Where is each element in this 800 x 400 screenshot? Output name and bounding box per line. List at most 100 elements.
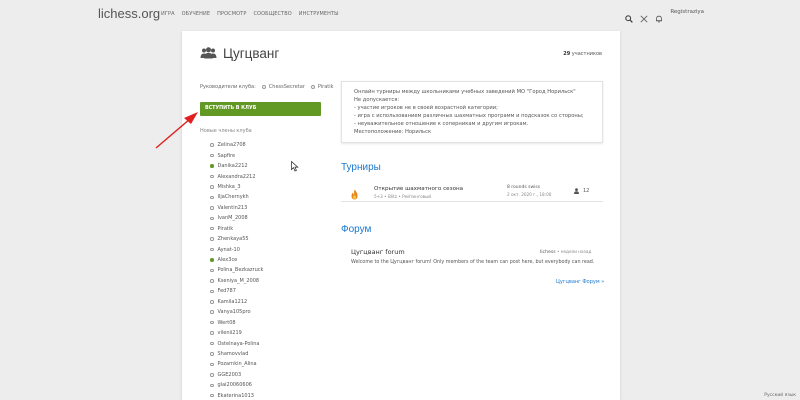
forum-topic[interactable]: Цугцванг forum xyxy=(351,248,405,256)
leaders-label: Руководители клуба: xyxy=(200,84,256,90)
offline-status-icon xyxy=(210,153,214,158)
close-icon[interactable] xyxy=(640,8,648,23)
member-name[interactable]: glai20060606 xyxy=(218,382,252,388)
tournament-row[interactable]: Открытие шахматного сезона 5+3 • Blitz •… xyxy=(341,178,603,202)
fire-icon xyxy=(350,185,359,204)
nav-play[interactable]: ИГРА xyxy=(161,11,175,17)
sign-in-link[interactable]: Registraziya xyxy=(670,9,704,15)
nav-tools[interactable]: ИНСТРУМЕНТЫ xyxy=(299,11,339,17)
member-list-item[interactable]: Polina_Bezkazruck xyxy=(210,265,263,275)
search-icon[interactable] xyxy=(625,8,634,23)
forum-author-name[interactable]: lichess xyxy=(540,250,556,255)
tournament-meta: 5+3 • Blitz • Рейтинговый xyxy=(374,194,432,199)
member-list-item[interactable]: Valentin213 xyxy=(210,203,263,213)
new-members-list: Zelina2708 Sapfire Danika2212 Alexandra2212… xyxy=(210,140,263,400)
tournaments-heading[interactable]: Турниры xyxy=(341,162,381,173)
member-list-item[interactable]: IvanM_2008 xyxy=(210,213,263,223)
offline-status-icon xyxy=(210,341,214,346)
member-list-item[interactable]: Zhenkaya55 xyxy=(210,234,263,244)
user-status-icon xyxy=(310,85,315,89)
offline-status-icon xyxy=(210,268,214,273)
annotation-arrow xyxy=(155,112,198,149)
forum-link[interactable]: Цугцванг Форум » xyxy=(556,279,604,285)
member-list-item[interactable]: Aynat-10 xyxy=(210,244,263,254)
member-list-item[interactable]: Mishka_3 xyxy=(210,182,263,192)
bell-icon[interactable] xyxy=(655,8,663,23)
member-list-item[interactable]: Danika2212 xyxy=(210,161,263,171)
member-name[interactable]: Mishka_3 xyxy=(218,184,241,190)
page-title: Цугцванг xyxy=(223,46,280,61)
leader-link[interactable]: ChessSecretar xyxy=(269,84,305,90)
member-name[interactable]: GGE2003 xyxy=(218,372,242,378)
user-status-icon xyxy=(261,85,266,89)
nav-watch[interactable]: ПРОСМОТР xyxy=(217,11,246,17)
mouse-cursor-icon xyxy=(291,161,299,172)
member-list-item[interactable]: Ekaterina1013 xyxy=(210,391,263,400)
member-name[interactable]: Piratik xyxy=(218,226,234,232)
member-list-item[interactable]: Kamila1212 xyxy=(210,297,263,307)
offline-status-icon xyxy=(210,331,214,335)
member-name[interactable]: Pozarnkin_Alina xyxy=(218,361,257,367)
online-status-icon xyxy=(210,164,214,168)
member-name[interactable]: Wert08 xyxy=(218,320,236,326)
member-name[interactable]: Zelina2708 xyxy=(218,142,246,148)
member-list-item[interactable]: Alexandra2212 xyxy=(210,171,263,181)
language-selector[interactable]: Русский язык xyxy=(764,393,796,398)
member-list-item[interactable]: Alex3ce xyxy=(210,255,263,265)
member-list-item[interactable]: Wert08 xyxy=(210,317,263,327)
member-name[interactable]: Aynat-10 xyxy=(218,247,240,253)
member-name[interactable]: Ekaterina1013 xyxy=(218,393,254,399)
member-name[interactable]: Valentin213 xyxy=(218,205,248,211)
member-name[interactable]: Alex3ce xyxy=(218,257,238,263)
tournament-name[interactable]: Открытие шахматного сезона xyxy=(374,186,463,192)
member-name[interactable]: IvanM_2008 xyxy=(218,215,248,221)
site-logo[interactable]: lichess.org xyxy=(98,6,160,21)
member-list-item[interactable]: Sapfire xyxy=(210,150,263,160)
member-name[interactable]: Danika2212 xyxy=(218,163,248,169)
description-line: Не допускается: xyxy=(354,96,400,103)
member-list-item[interactable]: Fed787 xyxy=(210,286,263,296)
member-name[interactable]: Kamila1212 xyxy=(218,299,248,305)
offline-status-icon xyxy=(210,393,214,398)
offline-status-icon xyxy=(210,143,214,147)
member-list-item[interactable]: GGE2003 xyxy=(210,370,263,380)
member-list-item[interactable]: Vanya105pro xyxy=(210,307,263,317)
member-name[interactable]: vilenii219 xyxy=(218,330,242,336)
member-list-item[interactable]: Ostelnaya-Polina xyxy=(210,338,263,348)
member-name[interactable]: Vanya105pro xyxy=(218,309,251,315)
join-team-button[interactable]: ВСТУПИТЬ В КЛУБ xyxy=(200,102,321,116)
nav-learn[interactable]: ОБУЧЕНИЕ xyxy=(182,11,210,17)
offline-status-icon xyxy=(210,216,214,221)
offline-status-icon xyxy=(210,185,214,189)
member-name[interactable]: Zhenkaya55 xyxy=(218,236,249,242)
member-name[interactable]: Sapfire xyxy=(218,153,236,159)
offline-status-icon xyxy=(210,362,214,367)
forum-time: • недели назад xyxy=(555,249,592,254)
forum-author: lichess • недели назад xyxy=(540,249,591,255)
member-list-item[interactable]: Shamovvlad xyxy=(210,349,263,359)
member-list-item[interactable]: Zelina2708 xyxy=(210,140,263,150)
member-name[interactable]: Fed787 xyxy=(218,288,236,294)
member-name[interactable]: Alexandra2212 xyxy=(218,174,256,180)
member-list-item[interactable]: Kseniya_M_2008 xyxy=(210,276,263,286)
member-name[interactable]: Polina_Bezkazruck xyxy=(218,267,264,273)
players-count: 12 xyxy=(583,188,590,194)
tournament-date: 2 окт. 2020 г., 18:00 xyxy=(507,192,552,197)
member-name[interactable]: Shamovvlad xyxy=(218,351,249,357)
member-list-item[interactable]: Pozarnkin_Alina xyxy=(210,359,263,369)
leader-link[interactable]: Piratik xyxy=(318,84,334,90)
member-list-item[interactable]: Piratik xyxy=(210,224,263,234)
offline-status-icon xyxy=(210,195,214,200)
offline-status-icon xyxy=(210,174,214,179)
member-name[interactable]: Kseniya_M_2008 xyxy=(218,278,260,284)
offline-status-icon xyxy=(210,237,214,241)
forum-heading[interactable]: Форум xyxy=(341,224,371,235)
member-list-item[interactable]: glai20060606 xyxy=(210,380,263,390)
member-list-item[interactable]: vilenii219 xyxy=(210,328,263,338)
user-icon xyxy=(574,188,579,194)
tournament-rounds: 8 rounds swiss xyxy=(507,185,541,190)
member-name[interactable]: IljaChernykh xyxy=(218,194,249,200)
member-name[interactable]: Ostelnaya-Polina xyxy=(218,341,260,347)
nav-community[interactable]: СООБЩЕСТВО xyxy=(253,11,291,17)
member-list-item[interactable]: IljaChernykh xyxy=(210,192,263,202)
